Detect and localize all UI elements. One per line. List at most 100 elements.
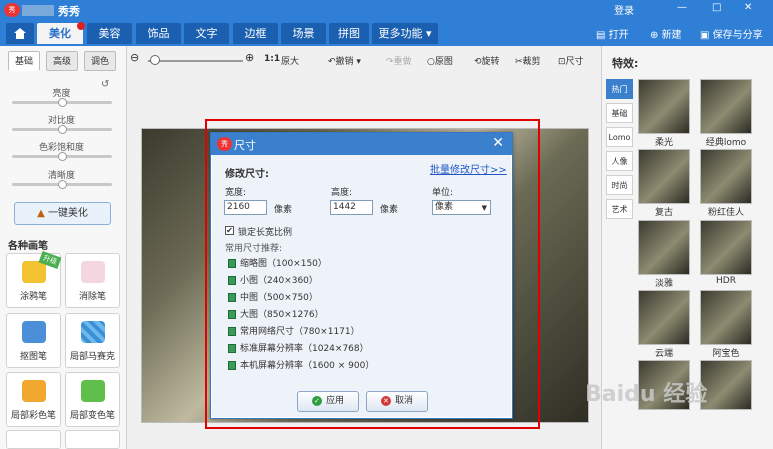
brush-icon	[22, 380, 46, 402]
resize-icon: ⊡	[558, 57, 566, 67]
effect-tab-basic[interactable]: 基础	[606, 103, 633, 123]
cutout-icon	[22, 321, 46, 343]
cutout-pen-tool[interactable]: 抠图笔	[6, 313, 61, 368]
new-button[interactable]: ⊕ 新建	[650, 26, 682, 41]
baidu-watermark: Baidu 经验	[585, 382, 708, 407]
effects-heading: 特效:	[612, 57, 639, 70]
magic-icon: ▲	[37, 208, 48, 219]
mosaic-tool[interactable]: 局部马赛克	[65, 313, 120, 368]
effect-label: 复古	[654, 208, 673, 218]
mosaic-label: 局部马赛克	[69, 352, 115, 362]
home-icon	[14, 28, 26, 39]
tab-collage[interactable]: 拼图	[329, 23, 369, 44]
size-button[interactable]: ⊡尺寸	[558, 54, 584, 67]
undo-button[interactable]: ↶撤销 ▾	[328, 54, 361, 67]
crop-button[interactable]: ✂裁剪	[515, 54, 541, 67]
extra-tool-1[interactable]	[6, 430, 61, 449]
effect-thumb-extra-2[interactable]	[700, 360, 752, 410]
app-title: 秀秀	[58, 5, 80, 18]
subtab-advanced[interactable]: 高级	[46, 51, 78, 71]
highlight-box	[205, 119, 540, 429]
effect-thumb-soft-light[interactable]	[638, 79, 690, 134]
crop-label: 裁剪	[522, 57, 541, 67]
original-button[interactable]: ○原图	[427, 54, 453, 67]
doodle-pen-tool[interactable]: 升级 涂鸦笔	[6, 250, 62, 308]
subtab-color[interactable]: 调色	[84, 51, 116, 71]
maximize-button[interactable]: □	[712, 2, 721, 13]
open-label: 打开	[608, 30, 629, 41]
zoom-knob[interactable]	[150, 55, 160, 65]
color-change-pen-tool[interactable]: 局部变色笔	[65, 372, 120, 427]
tab-beautify[interactable]: 美化	[37, 22, 85, 44]
save-label: 保存与分享	[712, 30, 763, 41]
login-link[interactable]: 登录	[614, 2, 634, 17]
effect-thumb-classic-lomo[interactable]	[700, 79, 752, 134]
tab-beautify-label: 美化	[49, 27, 71, 40]
original-label: 原图	[434, 57, 453, 67]
one-click-beautify-button[interactable]: ▲ 一键美化	[14, 202, 111, 225]
contrast-slider[interactable]	[12, 125, 112, 134]
rotate-label: 旋转	[481, 57, 500, 67]
new-label: 新建	[661, 30, 682, 41]
effect-thumb-cloud[interactable]	[638, 290, 690, 345]
actual-size-ratio[interactable]: 1:1	[264, 54, 280, 64]
brightness-slider[interactable]	[12, 98, 112, 107]
local-color-pen-tool[interactable]: 局部彩色笔	[6, 372, 61, 427]
effect-thumb-abao[interactable]	[700, 290, 752, 345]
save-share-button[interactable]: ▣ 保存与分享	[700, 26, 763, 41]
title-bar: 秀 秀秀 登录 — □ ✕	[0, 0, 773, 21]
effect-label: 柔光	[654, 138, 673, 148]
doodle-pen-label: 涂鸦笔	[19, 292, 47, 302]
redo-button[interactable]: ↷重做	[386, 54, 412, 67]
eraser-pen-tool[interactable]: 消除笔	[65, 253, 120, 308]
tab-border[interactable]: 边框	[233, 23, 278, 44]
left-panel: 基础 高级 调色 ↺ 亮度 对比度 色彩饱和度 清晰度 ▲ 一键美化 各种画笔 …	[0, 46, 127, 449]
extra-tool-2[interactable]	[65, 430, 120, 449]
undo-icon: ↶	[328, 57, 336, 67]
effect-tab-art[interactable]: 艺术	[606, 199, 633, 219]
effect-tab-popular[interactable]: 热门	[606, 79, 633, 99]
tab-accessories[interactable]: 饰品	[136, 23, 181, 44]
tab-text[interactable]: 文字	[184, 23, 229, 44]
local-color-pen-label: 局部彩色笔	[10, 411, 56, 421]
redo-icon: ↷	[386, 57, 394, 67]
size-label: 尺寸	[565, 57, 584, 67]
zoom-in-icon[interactable]: ⊕	[245, 51, 254, 64]
effect-label: 云端	[654, 349, 673, 359]
color-change-pen-label: 局部变色笔	[69, 411, 115, 421]
effect-tab-fashion[interactable]: 时尚	[606, 175, 633, 195]
saturation-knob[interactable]	[58, 152, 67, 161]
effect-thumb-hdr[interactable]	[700, 220, 752, 275]
effect-thumb-retro[interactable]	[638, 149, 690, 204]
tab-beauty[interactable]: 美容	[87, 23, 132, 44]
effect-label: 阿宝色	[712, 349, 740, 359]
effect-thumb-pink-lady[interactable]	[700, 149, 752, 204]
sharpness-slider[interactable]	[12, 180, 112, 189]
circle-icon: ○	[427, 57, 435, 67]
brightness-knob[interactable]	[58, 98, 67, 107]
tab-scene[interactable]: 场景	[281, 23, 326, 44]
actual-size-button[interactable]: 原大	[281, 54, 299, 67]
effect-label: 经典lomo	[705, 138, 747, 148]
open-button[interactable]: ▤ 打开	[596, 26, 629, 41]
home-button[interactable]	[6, 23, 34, 44]
save-icon: ▣	[700, 30, 713, 41]
tab-more-features[interactable]: 更多功能 ▾	[372, 23, 438, 44]
app-title-blurred	[22, 5, 54, 16]
notification-dot	[77, 22, 85, 30]
effect-thumb-elegant[interactable]	[638, 220, 690, 275]
tab-more-label: 更多功能	[378, 27, 423, 40]
saturation-slider[interactable]	[12, 152, 112, 161]
minimize-button[interactable]: —	[677, 2, 687, 13]
effect-label: 粉红佳人	[707, 208, 744, 218]
contrast-knob[interactable]	[58, 125, 67, 134]
effect-tab-portrait[interactable]: 人像	[606, 151, 633, 171]
zoom-out-icon[interactable]: ⊖	[130, 51, 139, 64]
close-button[interactable]: ✕	[744, 2, 752, 13]
subtab-basic[interactable]: 基础	[8, 51, 40, 71]
edit-toolbar: ⊖ ⊕ 1:1 原大 ↶撤销 ▾ ↷重做 ○原图 ⟲旋转 ✂裁剪 ⊡尺寸	[128, 46, 600, 74]
rotate-button[interactable]: ⟲旋转	[474, 54, 500, 67]
zoom-slider[interactable]	[148, 60, 243, 62]
sharpness-knob[interactable]	[58, 180, 67, 189]
effect-tab-lomo[interactable]: Lomo	[606, 127, 633, 147]
